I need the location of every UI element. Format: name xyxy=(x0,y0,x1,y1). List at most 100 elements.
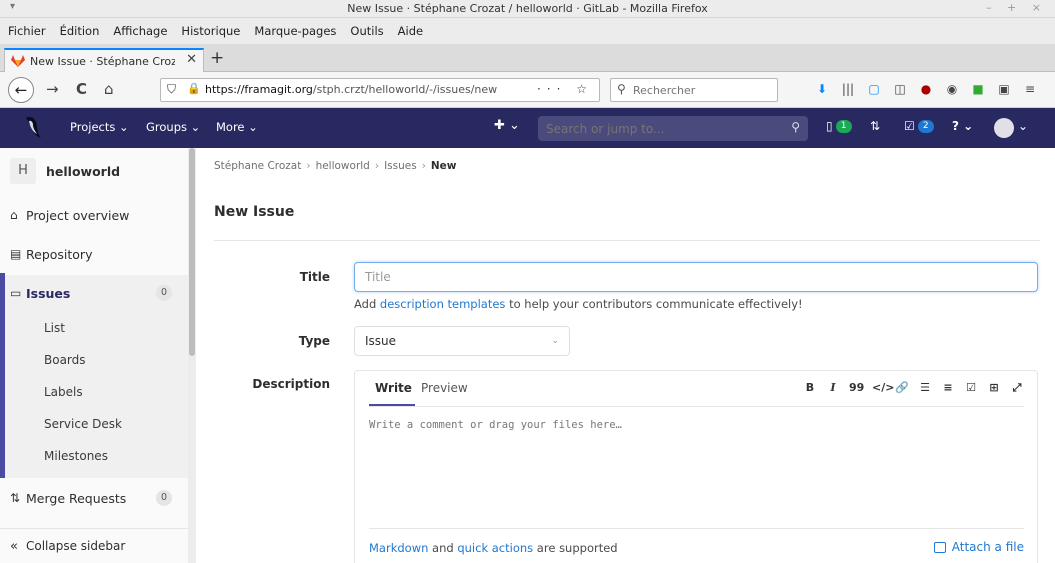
fullscreen-icon[interactable]: ⤢ xyxy=(1010,381,1024,395)
sidebar-subitem-labels[interactable]: Labels xyxy=(0,376,188,408)
groups-menu[interactable]: Groups ⌄ xyxy=(146,120,200,134)
menu-fichier[interactable]: Fichier xyxy=(8,24,46,38)
issues-icon[interactable]: ☑ 2 xyxy=(904,119,934,133)
help-icon[interactable]: ? ⌄ xyxy=(952,119,973,133)
sidebar-subitem-list[interactable]: List xyxy=(0,312,188,344)
search-icon: ⚲ xyxy=(791,120,800,134)
sidebar-scrollbar-thumb[interactable] xyxy=(189,148,195,356)
sidebar-project-header[interactable]: H helloworld xyxy=(10,154,186,188)
description-templates-link[interactable]: description templates xyxy=(380,297,506,311)
url-bar[interactable]: ⛉ 🔒 https://framagit.org/stph.crzt/hello… xyxy=(160,78,600,102)
reader-icon[interactable]: ▢ xyxy=(864,80,884,98)
main-content: Stéphane Crozat › helloworld › Issues › New Ne… xyxy=(196,148,1055,563)
italic-icon[interactable]: I xyxy=(826,381,840,395)
attach-file-button[interactable]: Attach a file xyxy=(933,540,1024,554)
home-button[interactable]: ⌂ xyxy=(104,80,114,98)
numbered-list-icon[interactable]: ≡ xyxy=(941,381,955,395)
sidebar-subitem-service-desk[interactable]: Service Desk xyxy=(0,408,188,440)
tab-write[interactable]: Write xyxy=(375,381,412,395)
sidebar-item-label: Repository xyxy=(26,246,93,262)
table-icon[interactable]: ⊞ xyxy=(987,381,1001,395)
projects-menu[interactable]: Projects ⌄ xyxy=(70,120,129,134)
gitlab-header: Projects ⌄ Groups ⌄ More ⌄ ✚ ⌄ ⚲ ▯1 ⇅ ☑2… xyxy=(0,108,1055,148)
sidebar-item-merge-requests[interactable]: ⇅ Merge Requests 0 xyxy=(0,480,188,516)
home-icon: ⌂ xyxy=(10,208,18,222)
title-input[interactable] xyxy=(354,262,1038,292)
markdown-note: Markdown and quick actions are supported xyxy=(369,541,618,555)
search-icon: ⚲ xyxy=(617,82,626,96)
gitlab-favicon-icon xyxy=(11,55,25,67)
tab-close-icon[interactable]: ✕ xyxy=(186,52,197,67)
forward-button[interactable]: → xyxy=(46,80,59,98)
sidebar-item-label: Project overview xyxy=(26,207,130,223)
browser-tab-active[interactable]: New Issue · Stéphane Crozat ✕ xyxy=(4,48,204,72)
bullet-list-icon[interactable]: ☰ xyxy=(918,381,932,395)
ublock-icon[interactable]: ● xyxy=(916,80,936,98)
type-select[interactable]: Issue ⌄ xyxy=(354,326,570,356)
sidebar-subitem-boards[interactable]: Boards xyxy=(0,344,188,376)
new-item-plus-icon[interactable]: ✚ ⌄ xyxy=(494,118,520,133)
extension-gray-icon[interactable]: ▣ xyxy=(994,80,1014,98)
new-tab-button[interactable]: + xyxy=(210,48,224,68)
library-icon[interactable]: ||| xyxy=(838,80,858,98)
issues-icon: ▭ xyxy=(10,286,22,300)
gitlab-search[interactable]: ⚲ xyxy=(538,116,808,141)
attach-file-label: Attach a file xyxy=(951,540,1024,554)
link-icon[interactable]: 🔗 xyxy=(895,381,909,395)
more-menu[interactable]: More ⌄ xyxy=(216,120,258,134)
tab-preview[interactable]: Preview xyxy=(421,381,468,395)
menu-historique[interactable]: Historique xyxy=(181,24,240,38)
bold-icon[interactable]: B xyxy=(803,381,817,395)
extension-green-icon[interactable]: ■ xyxy=(968,80,988,98)
hamburger-menu-icon[interactable]: ≡ xyxy=(1020,80,1040,98)
breadcrumb-owner[interactable]: Stéphane Crozat xyxy=(214,160,301,172)
help-prefix: Add xyxy=(354,297,380,311)
browser-search-input[interactable] xyxy=(633,81,773,99)
user-avatar[interactable] xyxy=(994,118,1014,138)
description-editor: Write Preview B I 99 </> 🔗 ☰ ≡ ☑ ⊞ ⤢ Mar… xyxy=(354,370,1038,563)
extension-icon[interactable]: ◉ xyxy=(942,80,962,98)
reload-button[interactable]: C xyxy=(76,80,87,98)
sidebar-item-project-overview[interactable]: ⌂ Project overview xyxy=(0,197,188,233)
merge-requests-icon[interactable]: ⇅ xyxy=(870,119,880,133)
lock-icon[interactable]: 🔒 xyxy=(187,82,201,95)
todos-icon[interactable]: ▯ 1 xyxy=(826,119,852,133)
task-list-icon[interactable]: ☑ xyxy=(964,381,978,395)
nav-bar: ← → C ⌂ ⛉ 🔒 https://framagit.org/stph.cr… xyxy=(0,72,1055,108)
tracking-shield-icon[interactable]: ⛉ xyxy=(167,82,176,97)
browser-search-bar[interactable]: ⚲ xyxy=(610,78,778,102)
menu-aide[interactable]: Aide xyxy=(398,24,423,38)
menu-edition[interactable]: Édition xyxy=(60,24,100,38)
sidebar-icon[interactable]: ◫ xyxy=(890,80,910,98)
sidebar-subitem-milestones[interactable]: Milestones xyxy=(0,440,188,472)
sidebar-item-issues[interactable]: ▭ Issues 0 xyxy=(0,275,188,311)
url-text[interactable]: https://framagit.org/stph.crzt/helloworl… xyxy=(205,83,497,96)
sidebar-scrollbar[interactable] xyxy=(188,148,196,563)
menu-marque-pages[interactable]: Marque-pages xyxy=(254,24,336,38)
gitlab-logo-icon[interactable] xyxy=(20,114,48,142)
page-actions-icons[interactable]: ··· ☆ xyxy=(537,82,593,96)
issues-count-badge: 0 xyxy=(156,285,172,301)
user-menu-chevron-icon[interactable]: ⌄ xyxy=(1018,119,1028,133)
gitlab-search-input[interactable] xyxy=(546,119,776,138)
todos-count-badge: 1 xyxy=(835,119,852,133)
back-button[interactable]: ← xyxy=(8,77,34,103)
description-textarea[interactable] xyxy=(369,419,1009,519)
quote-icon[interactable]: 99 xyxy=(849,381,864,395)
menu-outils[interactable]: Outils xyxy=(350,24,383,38)
window-controls[interactable]: – + × xyxy=(986,1,1047,14)
browser-toolbar-icons: ⬇ ||| ▢ ◫ ● ◉ ■ ▣ ≡ xyxy=(812,80,1040,98)
description-tabs: Write Preview B I 99 </> 🔗 ☰ ≡ ☑ ⊞ ⤢ xyxy=(369,371,1024,407)
breadcrumb-issues[interactable]: Issues xyxy=(384,160,417,172)
collapse-sidebar-button[interactable]: « Collapse sidebar xyxy=(0,528,188,563)
code-icon[interactable]: </> xyxy=(872,381,894,395)
merge-request-icon: ⇅ xyxy=(10,491,21,505)
menu-affichage[interactable]: Affichage xyxy=(113,24,167,38)
breadcrumb-current[interactable]: New xyxy=(431,160,457,172)
url-path: /stph.crzt/helloworld/-/issues/new xyxy=(312,83,498,96)
downloads-icon[interactable]: ⬇ xyxy=(812,80,832,98)
markdown-link[interactable]: Markdown xyxy=(369,541,428,555)
breadcrumb-project[interactable]: helloworld xyxy=(316,160,370,172)
quick-actions-link[interactable]: quick actions xyxy=(457,541,533,555)
sidebar-item-repository[interactable]: ▤ Repository xyxy=(0,236,188,272)
